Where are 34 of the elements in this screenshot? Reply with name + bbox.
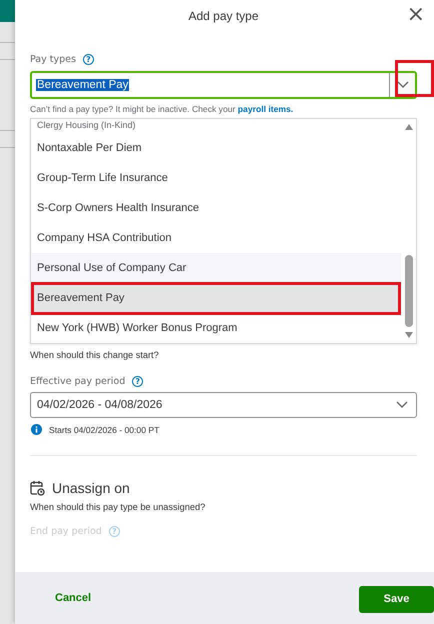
dropdown-option[interactable]: New York (HWB) Worker Bonus Program bbox=[31, 313, 401, 343]
pay-period-select[interactable]: 04/02/2026 - 04/08/2026 bbox=[30, 392, 417, 418]
field-label: Effective pay period bbox=[30, 376, 126, 386]
dropdown-option[interactable]: Nontaxable Per Diem bbox=[31, 133, 401, 163]
info-text: Starts 04/02/2026 - 00:00 PT bbox=[49, 424, 160, 434]
chevron-down-icon bbox=[396, 81, 408, 89]
help-icon[interactable]: ? bbox=[82, 54, 94, 64]
dropdown-option[interactable]: Company HSA Contribution bbox=[31, 223, 401, 253]
section-heading: Unassign on bbox=[52, 480, 130, 496]
header-bar bbox=[0, 0, 15, 22]
field-label: Pay types bbox=[30, 54, 76, 64]
chevron-down-icon bbox=[396, 401, 408, 409]
dropdown-option[interactable]: Group-Term Life Insurance bbox=[31, 163, 401, 193]
hint-text: Can’t find a pay type? It might be inactive. Check your payroll items. bbox=[30, 104, 294, 114]
pay-type-field[interactable]: Bereavement Pay bbox=[30, 71, 417, 99]
cancel-button[interactable]: Cancel bbox=[53, 588, 94, 608]
dropdown-option[interactable]: S-Corp Owners Health Insurance bbox=[31, 193, 401, 223]
dropdown-option[interactable]: Clergy Housing (In-Kind) bbox=[31, 119, 401, 133]
scroll-down-icon[interactable] bbox=[404, 331, 414, 339]
scrollbar[interactable] bbox=[401, 119, 416, 343]
info-icon bbox=[31, 424, 42, 435]
scrollbar-thumb[interactable] bbox=[404, 255, 412, 327]
close-button[interactable]: × bbox=[404, 4, 427, 26]
field-value: Bereavement Pay bbox=[36, 79, 130, 91]
dropdown-option[interactable]: Personal Use of Company Car bbox=[31, 253, 401, 283]
payroll-items-link[interactable]: payroll items. bbox=[238, 104, 294, 114]
help-icon[interactable]: ? bbox=[132, 376, 144, 386]
question-text: When should this change start? bbox=[30, 350, 160, 360]
question-text: When should this pay type be unassigned? bbox=[30, 502, 206, 512]
dropdown-option[interactable]: Bereavement Pay bbox=[31, 283, 401, 313]
save-button[interactable]: Save bbox=[359, 586, 434, 612]
dialog-title: Add pay type bbox=[188, 9, 259, 23]
calendar-clock-icon bbox=[30, 480, 45, 496]
scroll-up-icon[interactable] bbox=[404, 123, 414, 131]
